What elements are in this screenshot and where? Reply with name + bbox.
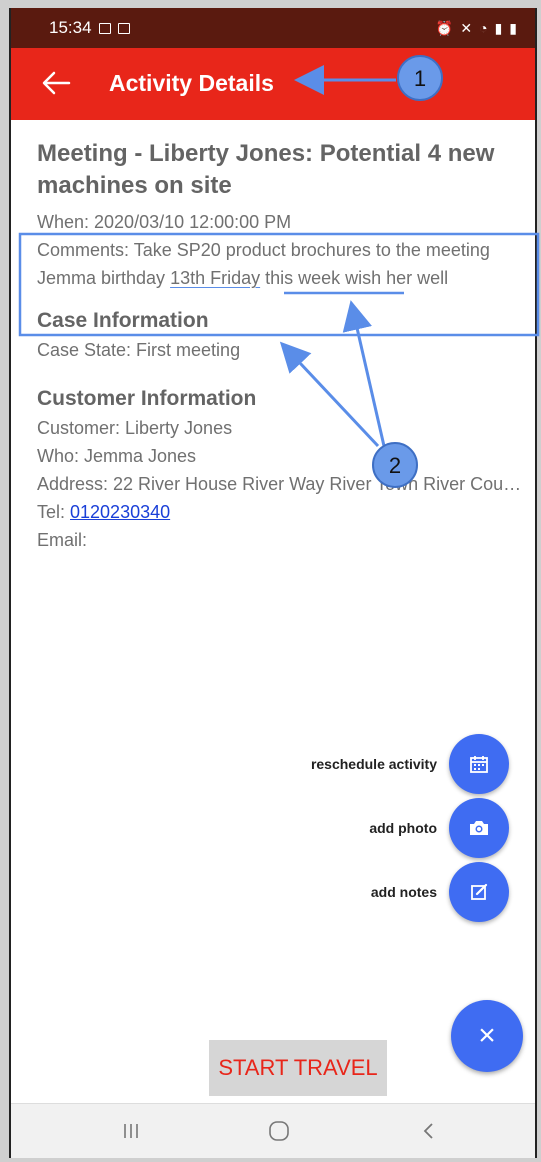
signal-icon: ▮: [494, 19, 503, 36]
add-photo-button[interactable]: [449, 798, 509, 858]
wifi-icon: ◔: [479, 20, 488, 36]
status-time: 15:34: [49, 18, 92, 37]
customer-who: Who: Jemma Jones: [37, 446, 197, 466]
activity-comments: Comments: Take SP20 product brochures to…: [37, 236, 525, 292]
recent-apps-button[interactable]: [111, 1116, 151, 1146]
home-button[interactable]: [259, 1116, 299, 1146]
home-icon: [269, 1121, 289, 1141]
start-travel-button[interactable]: START TRAVEL: [209, 1040, 387, 1096]
comments-highlight: 13th Friday: [170, 268, 261, 288]
battery-icon: ▮: [509, 19, 517, 36]
customer-name: Customer: Liberty Jones: [37, 418, 233, 438]
page-title: Activity Details: [109, 70, 274, 96]
activity-title: Meeting - Liberty Jones: Potential 4 new…: [37, 140, 495, 199]
back-chevron-icon: [423, 1123, 433, 1139]
check-notification-icon: [117, 22, 130, 34]
fab-row-photo: add photo: [369, 798, 509, 858]
comments-text-end: this week wish her well: [260, 268, 449, 288]
calendar-icon: [470, 756, 488, 773]
add-notes-button[interactable]: [449, 862, 509, 922]
close-icon: ×: [478, 1019, 496, 1052]
status-icons: ⏰ ✕ ◔ ▮ ▮: [436, 20, 517, 37]
activity-details: Meeting - Liberty Jones: Potential 4 new…: [37, 138, 525, 554]
reschedule-button[interactable]: [449, 734, 509, 794]
back-button[interactable]: [409, 1116, 449, 1146]
camera-icon: [470, 821, 488, 835]
notes-label[interactable]: add notes: [371, 884, 437, 900]
customer-address: Address: 22 River House River Way River …: [37, 474, 525, 494]
alarm-icon: ⏰: [435, 19, 454, 36]
phone-screen: 15:34 ⏰ ✕ ◔ ▮ ▮ Activity Details Meeting…: [9, 8, 537, 1158]
edit-note-icon: [471, 883, 488, 900]
photo-label[interactable]: add photo: [369, 820, 437, 836]
case-heading: Case Information: [37, 309, 209, 332]
customer-email: Email:: [37, 530, 88, 550]
app-bar: Activity Details: [11, 48, 535, 120]
fab-row-reschedule: reschedule activity: [311, 734, 509, 794]
mute-icon: ✕: [460, 19, 473, 36]
back-arrow-icon[interactable]: [39, 66, 73, 100]
tel-link[interactable]: 0120230340: [70, 502, 170, 522]
case-state: Case State: First meeting: [37, 340, 241, 360]
tel-label: Tel:: [37, 502, 71, 522]
customer-tel: Tel: 0120230340: [37, 498, 525, 526]
recent-apps-icon: [124, 1124, 138, 1138]
system-nav-bar: [11, 1103, 535, 1158]
gallery-notification-icon: [98, 22, 111, 34]
fab-row-notes: add notes: [371, 862, 509, 922]
activity-when: When: 2020/03/10 12:00:00 PM: [37, 212, 292, 232]
reschedule-label[interactable]: reschedule activity: [311, 756, 437, 772]
status-bar: 15:34 ⏰ ✕ ◔ ▮ ▮: [11, 8, 535, 48]
customer-heading: Customer Information: [37, 387, 257, 410]
close-menu-button[interactable]: ×: [451, 1000, 523, 1072]
